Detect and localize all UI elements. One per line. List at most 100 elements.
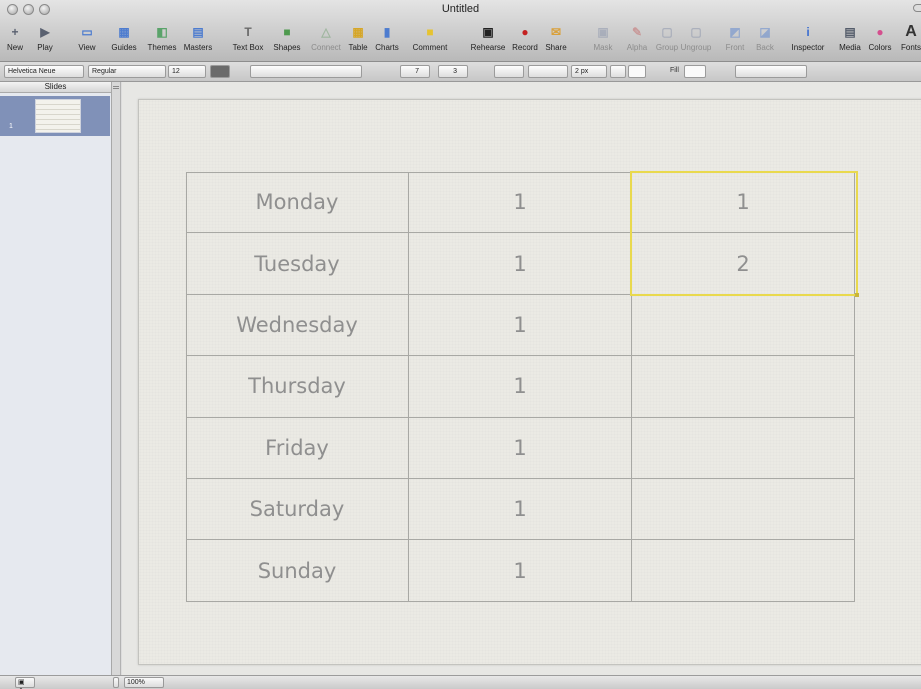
table-cell[interactable]: Saturday [186,479,409,541]
media-icon: ▤ [844,25,856,39]
table-cell[interactable]: Friday [186,417,409,479]
zoom-select[interactable]: 100% [124,677,164,688]
table-cell[interactable]: 1 [409,479,632,541]
table-cell[interactable]: Monday [186,172,409,234]
toolbar-label: Text Box [232,43,264,52]
toolbar-label: Connect [311,43,341,52]
ungroup-icon: ▢ [690,25,702,39]
splitter-grip-icon [113,86,119,89]
table-cell[interactable] [632,294,855,357]
columns-stepper[interactable]: 3 [438,65,468,78]
fill-label: Fill [670,67,679,74]
view-icon: ▭ [81,25,93,39]
toolbar-comment-button[interactable]: ■ Comment [410,16,450,52]
toolbar-play-button[interactable]: ▶ Play [25,16,65,52]
table-cell[interactable]: 1 [632,172,855,234]
group-icon: ▢ [661,25,673,39]
toolbar-label: Inspector [791,43,825,52]
table-icon: ▦ [352,25,364,39]
table-cell[interactable]: Tuesday [186,233,409,295]
toolbar-themes-button[interactable]: ◧ Themes [142,16,182,52]
window-title: Untitled [441,3,480,15]
toolbar-guides-button[interactable]: ▦ Guides [104,16,144,52]
table-cell[interactable] [632,479,855,541]
toolbar-label: Front [725,43,745,52]
toolbar-shapes-button[interactable]: ■ Shapes [267,16,307,52]
font-size-field[interactable]: 12 [168,65,206,78]
navigator-header: Slides [0,82,111,93]
charts-icon: ▮ [383,25,391,39]
toolbar-label: Media [839,43,861,52]
line-style-select[interactable] [528,65,568,78]
mask-icon: ▣ [597,25,609,39]
table-cell[interactable] [632,356,855,418]
themes-icon: ◧ [156,25,168,39]
slide-number: 1 [9,123,13,130]
inspector-icon: i [806,25,810,39]
masters-icon: ▤ [192,25,204,39]
toolbar-label: Back [756,43,774,52]
view-options-button[interactable]: ▣ ⇕ [15,677,35,689]
table-cell[interactable]: Sunday [186,540,409,602]
guides-icon: ▦ [118,25,130,39]
play-icon: ▶ [40,25,50,39]
table-cell[interactable] [632,417,855,479]
font-family-select[interactable]: Helvetica Neue [4,65,84,78]
font-style-select[interactable]: Regular [88,65,166,78]
record-icon: ● [521,25,529,39]
toolbar-inspector-button[interactable]: i Inspector [788,16,828,52]
cell-border-select[interactable] [494,65,524,78]
toolbar-view-button[interactable]: ▭ View [67,16,107,52]
status-bar: ▣ ⇕ 100% [0,675,921,689]
toolbar-share-button[interactable]: ✉ Share [536,16,576,52]
toolbar-rehearse-button[interactable]: ▣ Rehearse [468,16,508,52]
table-layout-buttons[interactable] [735,65,807,78]
toolbar-charts-button[interactable]: ▮ Charts [367,16,407,52]
toolbar-label: Alpha [626,43,648,52]
fill-color-well[interactable] [684,65,706,78]
resize-handle[interactable] [113,677,119,688]
toolbar-label: View [78,43,96,52]
toolbar-masters-button[interactable]: ▤ Masters [178,16,218,52]
table-cell[interactable]: 2 [632,233,855,295]
text-color-well[interactable] [210,65,230,78]
slide-thumbnail[interactable] [35,99,81,133]
toolbar-ungroup-button[interactable]: ▢ Ungroup [676,16,716,52]
table-cell[interactable]: 1 [409,294,632,357]
shapes-icon: ■ [283,25,291,39]
alignment-buttons[interactable] [250,65,362,78]
toolbar-label: New [6,43,23,52]
toolbar-label: Mask [593,43,613,52]
toolbar-label: Masters [183,43,213,52]
table-cell[interactable]: 1 [409,172,632,234]
stroke-color-well[interactable] [628,65,646,78]
toolbar-label: Table [348,43,368,52]
connect-icon: △ [321,25,331,39]
format-bar: Helvetica Neue Regular 12 7 3 2 px Fill [0,62,921,82]
table-cell[interactable] [632,540,855,602]
slide-navigator: Slides 1 [0,82,112,675]
table-cell[interactable]: 1 [409,417,632,479]
table-cell[interactable]: 1 [409,233,632,295]
share-icon: ✉ [550,25,562,39]
table-cell[interactable]: Thursday [186,356,409,418]
keynote-window: Untitled + New ▶ Play ▭ View ▦ Guides ◧ Themes ▤ Ma… [0,0,921,689]
stroke-width-field[interactable]: 2 px [571,65,607,78]
toolbar-fonts-button[interactable]: A Fonts [891,16,921,52]
toolbar-text-box-button[interactable]: T Text Box [228,16,268,52]
fonts-icon: A [905,23,917,40]
rows-stepper[interactable]: 7 [400,65,430,78]
stroke-width-popup[interactable] [610,65,626,78]
title-bar: Untitled + New ▶ Play ▭ View ▦ Guides ◧ Themes ▤ Ma… [0,0,921,62]
navigator-splitter[interactable] [112,82,121,675]
table-cell[interactable]: Wednesday [186,294,409,357]
toolbar-label: Record [512,43,538,52]
table-cell[interactable]: 1 [409,356,632,418]
front-icon: ◩ [729,25,741,39]
alpha-icon: ✎ [631,25,643,39]
toolbar-toggle-button[interactable] [913,4,921,12]
toolbar-label: Play [37,43,53,52]
table-cell[interactable]: 1 [409,540,632,602]
toolbar-label: Fonts [900,43,921,52]
toolbar-back-button[interactable]: ◪ Back [745,16,785,52]
